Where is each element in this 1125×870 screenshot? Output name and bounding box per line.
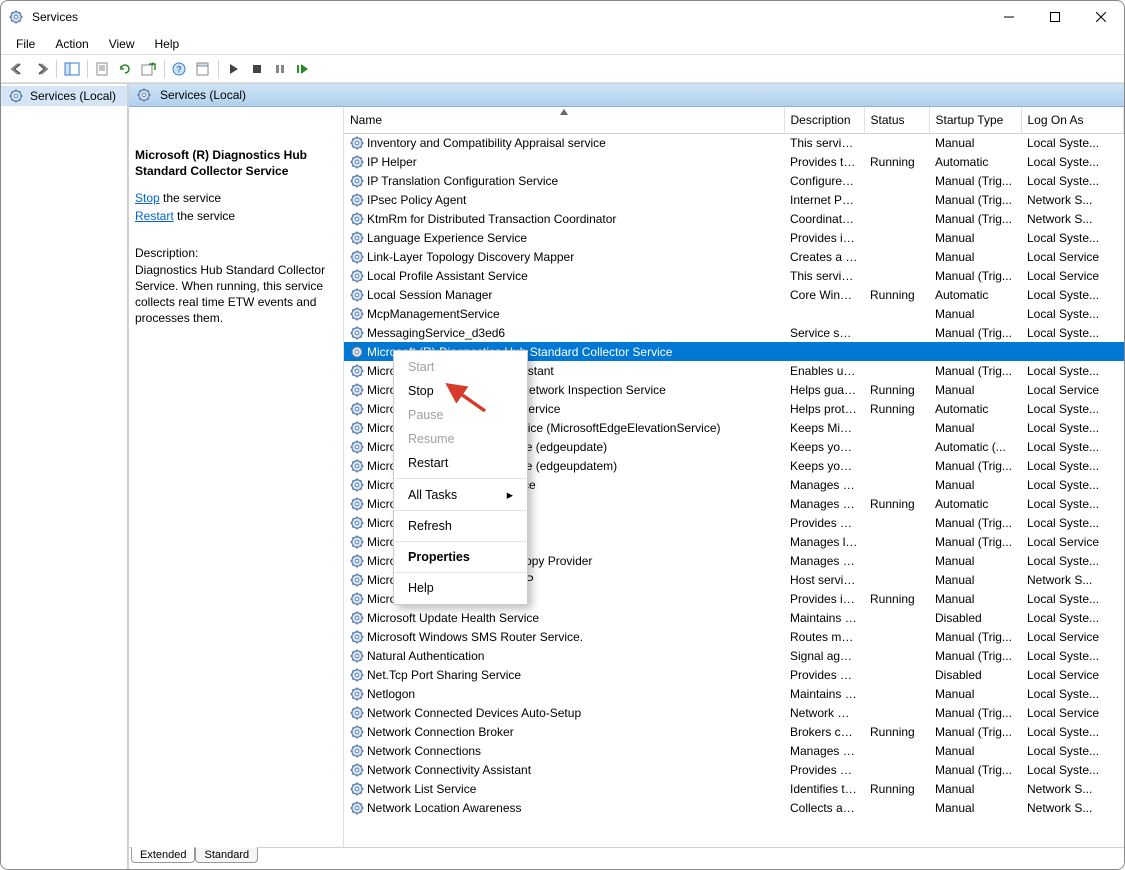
- pane-header: Services (Local): [129, 84, 1124, 107]
- services-icon: [9, 10, 23, 24]
- help-button[interactable]: ?: [169, 58, 191, 80]
- table-row[interactable]: Network Connected Devices Auto-SetupNetw…: [344, 703, 1124, 722]
- ctx-restart[interactable]: Restart: [394, 451, 527, 475]
- table-row[interactable]: McpManagementServiceManualLocal Syste...: [344, 304, 1124, 323]
- chevron-right-icon: ▸: [507, 487, 513, 502]
- menu-help[interactable]: Help: [146, 34, 189, 54]
- menu-view[interactable]: View: [100, 34, 144, 54]
- selected-service-name: Microsoft (R) Diagnostics Hub Standard C…: [135, 147, 335, 179]
- stop-service-button[interactable]: [246, 58, 268, 80]
- export-button[interactable]: [138, 58, 160, 80]
- col-description[interactable]: Description: [784, 107, 864, 133]
- table-row[interactable]: Link-Layer Topology Discovery MapperCrea…: [344, 247, 1124, 266]
- menu-action[interactable]: Action: [46, 34, 97, 54]
- ctx-help[interactable]: Help: [394, 576, 527, 600]
- start-service-button[interactable]: [223, 58, 245, 80]
- restart-service-button[interactable]: [292, 58, 314, 80]
- minimize-button[interactable]: [986, 1, 1032, 33]
- back-button[interactable]: [7, 58, 29, 80]
- table-row[interactable]: Network Connection BrokerBrokers con...R…: [344, 722, 1124, 741]
- col-status[interactable]: Status: [864, 107, 929, 133]
- menubar: File Action View Help: [1, 33, 1124, 55]
- table-row[interactable]: NetlogonMaintains a ...ManualLocal Syste…: [344, 684, 1124, 703]
- refresh-button[interactable]: [115, 58, 137, 80]
- maximize-button[interactable]: [1032, 1, 1078, 33]
- tab-standard[interactable]: Standard: [195, 847, 258, 863]
- details-panel: Microsoft (R) Diagnostics Hub Standard C…: [129, 107, 344, 847]
- ctx-properties[interactable]: Properties: [394, 545, 527, 569]
- titlebar: Services: [1, 1, 1124, 33]
- restart-link[interactable]: Restart: [135, 209, 174, 223]
- ctx-start: Start: [394, 355, 527, 379]
- table-row[interactable]: MessagingService_d3ed6Service sup...Manu…: [344, 323, 1124, 342]
- tree-item-services-local[interactable]: Services (Local): [1, 86, 127, 106]
- col-name[interactable]: Name: [344, 107, 784, 133]
- ctx-all-tasks[interactable]: All Tasks ▸: [394, 482, 527, 507]
- table-row[interactable]: Language Experience ServiceProvides inf.…: [344, 228, 1124, 247]
- table-row[interactable]: Local Profile Assistant ServiceThis serv…: [344, 266, 1124, 285]
- window-title: Services: [32, 10, 78, 24]
- table-row[interactable]: Local Session ManagerCore Windo...Runnin…: [344, 285, 1124, 304]
- services-icon: [137, 88, 151, 102]
- ctx-pause: Pause: [394, 403, 527, 427]
- table-row[interactable]: Inventory and Compatibility Appraisal se…: [344, 133, 1124, 152]
- close-button[interactable]: [1078, 1, 1124, 33]
- export-list-button[interactable]: [92, 58, 114, 80]
- context-menu: Start Stop Pause Resume Restart All Task…: [393, 350, 528, 605]
- ctx-resume: Resume: [394, 427, 527, 451]
- svg-text:?: ?: [176, 64, 182, 74]
- toolbar: ?: [1, 55, 1124, 83]
- table-row[interactable]: Microsoft Update Health ServiceMaintains…: [344, 608, 1124, 627]
- forward-button[interactable]: [30, 58, 52, 80]
- table-row[interactable]: IP Translation Configuration ServiceConf…: [344, 171, 1124, 190]
- ctx-stop[interactable]: Stop: [394, 379, 527, 403]
- pane-header-title: Services (Local): [160, 88, 246, 102]
- table-row[interactable]: IPsec Policy AgentInternet Pro...Manual …: [344, 190, 1124, 209]
- sort-asc-icon: [560, 109, 568, 115]
- menu-file[interactable]: File: [7, 34, 44, 54]
- table-row[interactable]: Microsoft Windows SMS Router Service.Rou…: [344, 627, 1124, 646]
- col-startup[interactable]: Startup Type: [929, 107, 1021, 133]
- description-label: Description:: [135, 245, 335, 261]
- table-row[interactable]: IP HelperProvides tu...RunningAutomaticL…: [344, 152, 1124, 171]
- ctx-refresh[interactable]: Refresh: [394, 514, 527, 538]
- table-row[interactable]: KtmRm for Distributed Transaction Coordi…: [344, 209, 1124, 228]
- tree-item-label: Services (Local): [30, 89, 116, 103]
- services-icon: [9, 89, 23, 103]
- col-logon[interactable]: Log On As: [1021, 107, 1124, 133]
- properties-button[interactable]: [192, 58, 214, 80]
- table-row[interactable]: Network List ServiceIdentifies th...Runn…: [344, 779, 1124, 798]
- table-row[interactable]: Natural AuthenticationSignal aggr...Manu…: [344, 646, 1124, 665]
- show-hide-tree-button[interactable]: [61, 58, 83, 80]
- stop-link[interactable]: Stop: [135, 191, 160, 205]
- table-row[interactable]: Network Connectivity AssistantProvides D…: [344, 760, 1124, 779]
- table-row[interactable]: Net.Tcp Port Sharing ServiceProvides abi…: [344, 665, 1124, 684]
- bottom-tabs: Extended Standard: [129, 847, 1124, 869]
- description-text: Diagnostics Hub Standard Collector Servi…: [135, 262, 335, 327]
- table-row[interactable]: Network Location AwarenessCollects an...…: [344, 798, 1124, 817]
- table-row[interactable]: Network ConnectionsManages o...ManualLoc…: [344, 741, 1124, 760]
- scope-tree: Services (Local): [1, 84, 129, 869]
- tab-extended[interactable]: Extended: [131, 847, 195, 863]
- pause-service-button[interactable]: [269, 58, 291, 80]
